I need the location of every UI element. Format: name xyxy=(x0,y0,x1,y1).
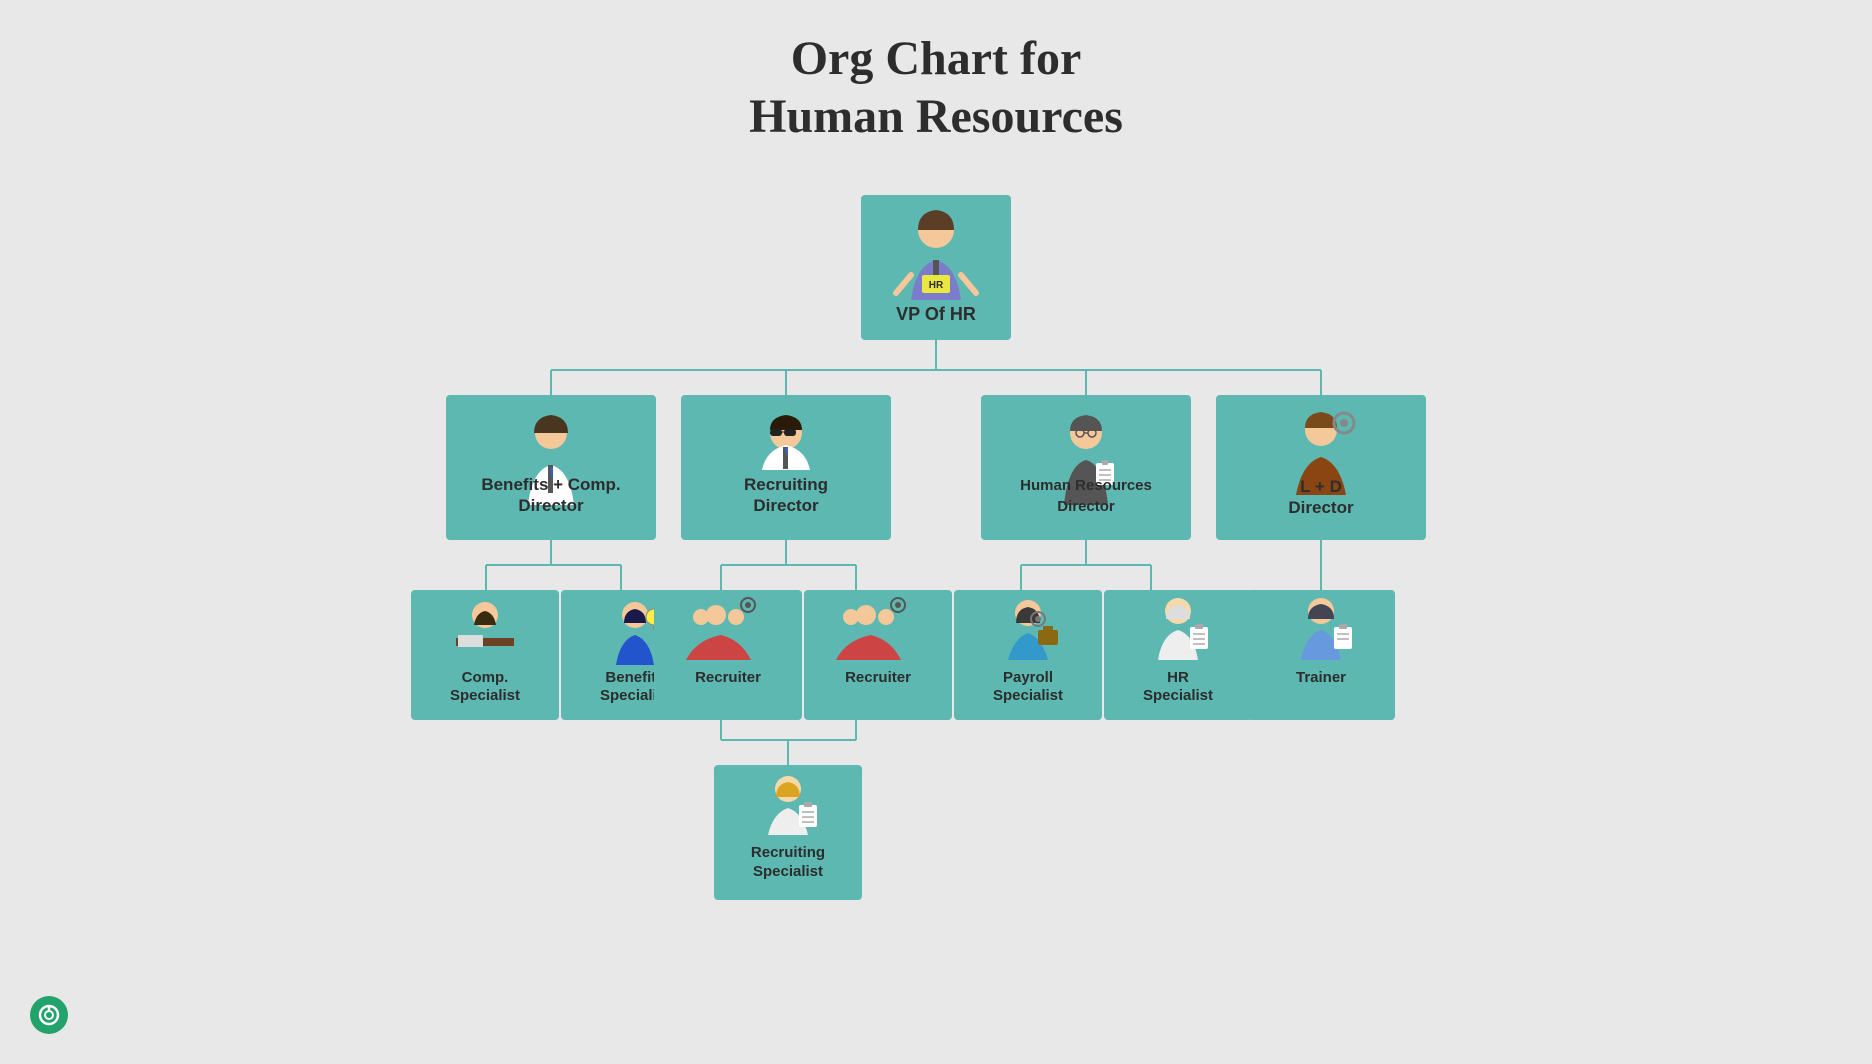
svg-text:L + D: L + D xyxy=(1300,477,1342,496)
svg-text:Specialist: Specialist xyxy=(993,687,1063,704)
svg-text:Payroll: Payroll xyxy=(1003,669,1053,686)
vp-hr-label: VP Of HR xyxy=(896,304,976,324)
org-chart: .node-rect { fill: #5db8b2; rx: 4; } .no… xyxy=(20,185,1852,905)
bottom-button[interactable] xyxy=(30,996,68,1034)
svg-text:Director: Director xyxy=(1288,498,1354,517)
org-chart-svg: .node-rect { fill: #5db8b2; rx: 4; } .no… xyxy=(386,185,1486,905)
svg-text:Recruiter: Recruiter xyxy=(845,669,911,686)
svg-text:Trainer: Trainer xyxy=(1296,669,1346,686)
svg-text:Director: Director xyxy=(518,496,584,515)
svg-text:HR: HR xyxy=(929,280,944,291)
svg-text:Recruiting: Recruiting xyxy=(744,475,828,494)
svg-text:Recruiting: Recruiting xyxy=(751,844,825,861)
svg-text:Specialist: Specialist xyxy=(753,863,823,880)
svg-text:Specialist: Specialist xyxy=(1143,687,1213,704)
svg-text:HR: HR xyxy=(1167,669,1189,686)
svg-text:Director: Director xyxy=(1057,498,1115,515)
svg-text:Recruiter: Recruiter xyxy=(695,669,761,686)
svg-text:Director: Director xyxy=(753,496,819,515)
svg-text:Benefits + Comp.: Benefits + Comp. xyxy=(481,475,620,494)
refresh-icon xyxy=(38,1004,60,1026)
svg-text:Human Resources: Human Resources xyxy=(1020,477,1152,494)
svg-text:Comp.: Comp. xyxy=(462,669,509,686)
page-title: Org Chart for Human Resources xyxy=(749,30,1123,145)
svg-text:Specialist: Specialist xyxy=(450,687,520,704)
